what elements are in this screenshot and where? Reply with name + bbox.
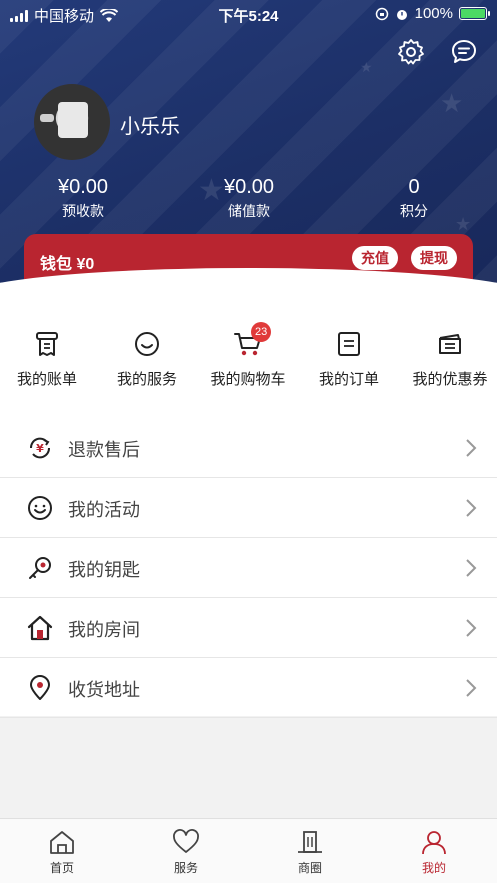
alarm-icon [396,9,407,20]
tab-mine[interactable]: 我的 [394,829,474,876]
building-icon [298,831,322,853]
menu-item-label: 我的房间 [68,620,140,640]
chevron-right-icon [466,679,477,697]
menu-item-label: 收货地址 [68,680,140,700]
chevron-right-icon [466,619,477,637]
bottom-tab-bar: 首页 服务 商圈 我的 [0,818,497,883]
quick-action-coupons[interactable]: 我的优惠券 [400,330,497,389]
home-icon [50,831,74,854]
username[interactable]: 小乐乐 [120,110,180,139]
tab-label: 服务 [173,861,198,875]
coupon-icon [439,334,461,354]
tab-services[interactable]: 服务 [146,829,226,876]
battery-icon [459,7,490,20]
decor-star-icon: ★ [360,59,373,75]
avatar-photo [58,102,88,138]
chevron-right-icon [466,439,477,457]
menu-item-label: 我的活动 [68,500,140,520]
stat-value: 0 [408,176,420,198]
quick-action-label: 我的购物车 [210,371,286,388]
tab-business-district[interactable]: 商圈 [270,829,350,876]
tab-label: 首页 [49,861,74,875]
avatar[interactable] [34,84,110,160]
withdraw-button[interactable]: 提现 [411,246,457,270]
stat-value: ¥0.00 [57,176,109,198]
menu-item-address[interactable]: 收货地址 [0,658,497,718]
house-icon [27,615,53,641]
menu-item-activities[interactable]: 我的活动 [0,478,497,538]
refund-icon: ¥ [29,437,51,459]
quick-action-label: 我的服务 [116,371,177,388]
smile-icon [135,332,159,356]
quick-action-label: 我的账单 [16,371,77,388]
menu-item-label: 我的钥匙 [68,560,140,580]
chevron-right-icon [466,499,477,517]
key-icon [29,557,51,579]
recharge-button[interactable]: 充值 [352,246,398,270]
stat-value: ¥0.00 [223,176,275,198]
activity-icon [28,496,52,520]
profile-header: ★ ★ ★ ★ 中国移动 下午5:24 100% 小乐乐 ¥0.00 预收款 ¥… [0,0,497,290]
rotation-lock-icon [375,7,388,20]
stat-label: 储值款 [228,203,270,219]
stat-label: 预收款 [62,203,104,219]
tab-home[interactable]: 首页 [22,829,102,876]
chevron-right-icon [466,559,477,577]
location-icon [30,675,50,700]
tab-label: 商圈 [297,861,322,875]
stat-points[interactable]: 0 积分 [344,176,484,221]
quick-action-label: 我的订单 [318,371,379,388]
menu-item-rooms[interactable]: 我的房间 [0,598,497,658]
decor-star-icon: ★ [440,88,464,118]
tab-label: 我的 [421,861,446,875]
battery-percent: 100% [414,5,453,22]
main-content: 我的账单 我的服务 23 我的购物车 我的订单 我的优惠券 ¥ 退款售后 我的活… [0,290,497,718]
bill-icon [36,332,58,356]
order-icon [338,332,360,356]
user-icon [422,831,446,855]
menu-item-label: 退款售后 [68,440,140,460]
menu-item-refund[interactable]: ¥ 退款售后 [0,418,497,478]
wallet-balance: 钱包 ¥0 [40,256,95,273]
menu-list: ¥ 退款售后 我的活动 我的钥匙 我的房间 收货地址 [0,418,497,718]
stat-stored-value[interactable]: ¥0.00 储值款 [179,176,319,221]
settings-gear-icon[interactable] [397,38,425,66]
heart-icon [173,829,199,853]
svg-text:¥: ¥ [36,442,44,455]
quick-action-bills[interactable]: 我的账单 [0,330,97,389]
quick-action-cart[interactable]: 23 我的购物车 [198,322,298,389]
quick-action-services[interactable]: 我的服务 [97,330,197,389]
message-icon[interactable] [450,38,478,66]
quick-action-label: 我的优惠券 [412,371,488,388]
status-bar: 中国移动 下午5:24 100% [0,0,497,28]
cart-count-badge: 23 [251,322,272,342]
quick-action-orders[interactable]: 我的订单 [299,330,399,389]
stat-label: 积分 [400,203,428,219]
menu-item-keys[interactable]: 我的钥匙 [0,538,497,598]
stat-prepayment[interactable]: ¥0.00 预收款 [13,176,153,221]
